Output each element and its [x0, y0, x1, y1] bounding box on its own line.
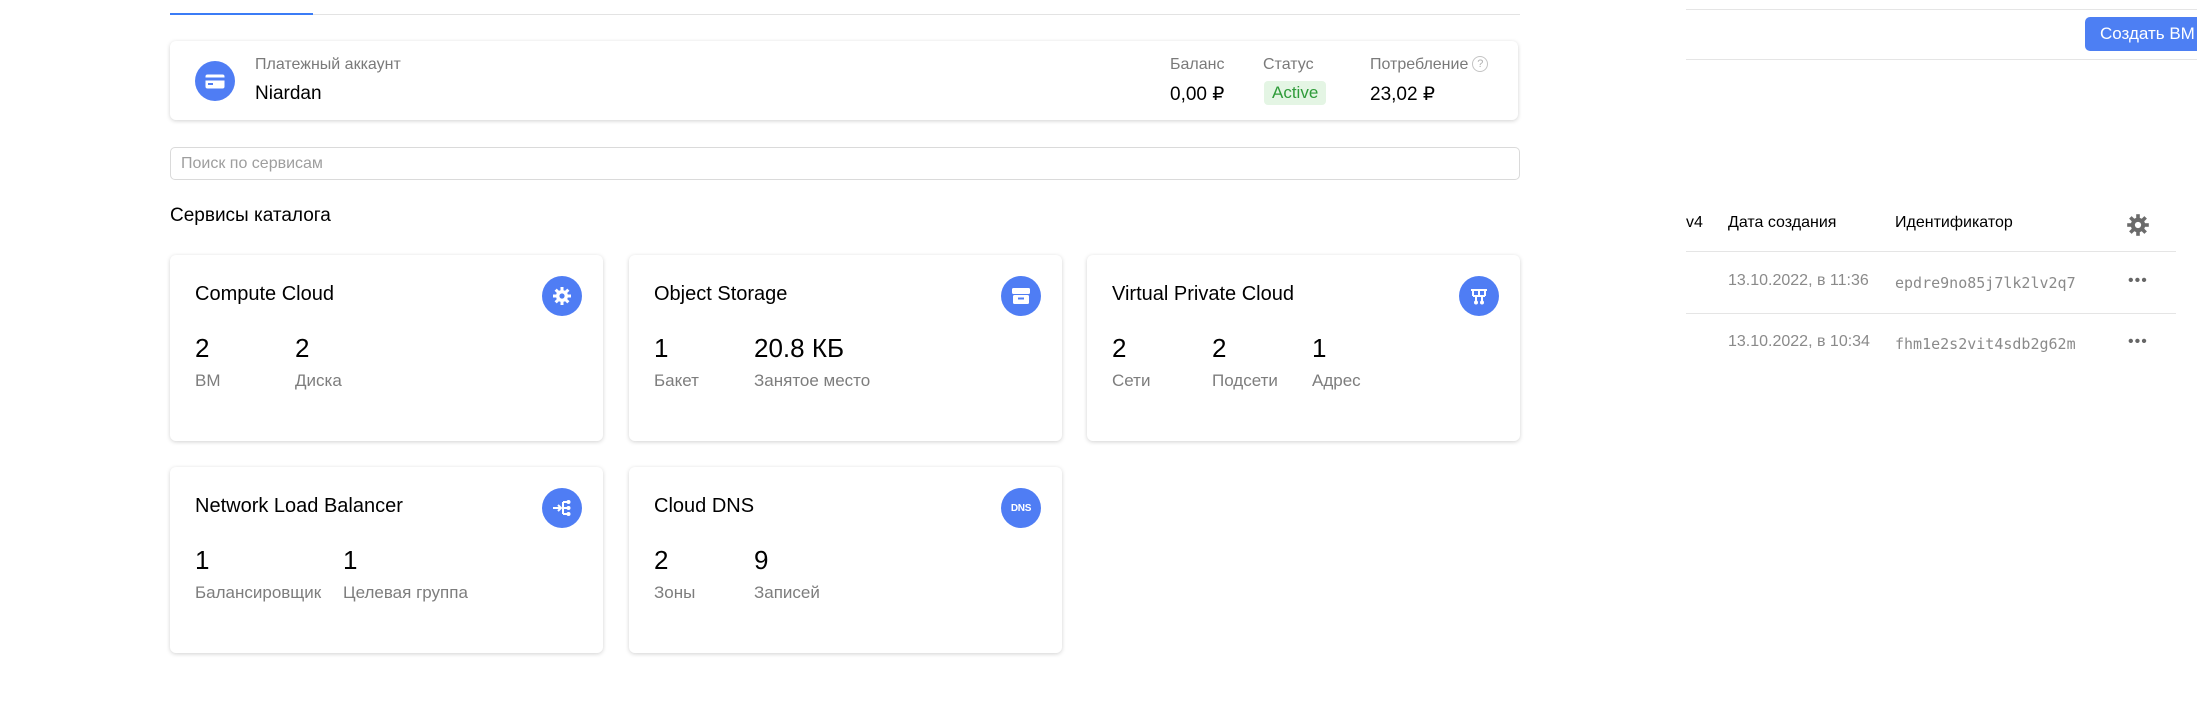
metric-value: 1 [1312, 333, 1327, 363]
network-icon [1459, 276, 1499, 316]
dns-icon: DNS [1001, 488, 1041, 528]
cell-id: fhm1e2s2vit4sdb2g62m [1895, 335, 2076, 353]
consumption-label-wrap: Потребление? [1370, 56, 1489, 74]
table-settings-gear-icon[interactable] [2126, 213, 2150, 242]
metric-networks: 2 Сети [1112, 333, 1150, 391]
credit-card-icon [195, 61, 235, 101]
table-divider [1686, 313, 2176, 314]
consumption-label: Потребление [1370, 56, 1469, 73]
metric-label: ВМ [195, 371, 221, 390]
service-search-input[interactable] [170, 147, 1520, 180]
metric-vm: 2 ВМ [195, 333, 221, 391]
metric-value: 2 [1212, 333, 1227, 363]
card-title: Virtual Private Cloud [1112, 283, 1294, 305]
card-title: Compute Cloud [195, 283, 334, 305]
billing-account-label: Платежный аккаунт [255, 56, 401, 73]
tab-bar-underline [170, 13, 1520, 15]
column-header-ipv4[interactable]: v4 [1686, 214, 1703, 232]
row-menu-icon[interactable]: ••• [2128, 272, 2148, 290]
service-card-vpc[interactable]: Virtual Private Cloud 2 Сети 2 Подсети 1… [1087, 255, 1520, 441]
balance-value: 0,00 ₽ [1170, 84, 1225, 105]
card-title: Object Storage [654, 283, 788, 305]
billing-account-card[interactable]: Платежный аккаунт Niardan Баланс 0,00 ₽ … [170, 41, 1518, 120]
cell-id: epdre9no85j7lk2lv2q7 [1895, 274, 2076, 292]
metric-label: Балансировщик [195, 583, 322, 602]
metric-value: 1 [654, 333, 669, 363]
metric-zones: 2 Зоны [654, 545, 695, 603]
service-card-cloud-dns[interactable]: Cloud DNS DNS 2 Зоны 9 Записей [629, 467, 1062, 653]
consumption-value: 23,02 ₽ [1370, 84, 1435, 105]
metric-value: 2 [654, 545, 669, 575]
metric-value: 20.8 КБ [754, 333, 845, 363]
balancer-icon [542, 488, 582, 528]
metric-subnets: 2 Подсети [1212, 333, 1278, 391]
cell-created: 13.10.2022, в 10:34 [1728, 333, 1870, 350]
table-divider [1686, 251, 2176, 252]
row-menu-icon[interactable]: ••• [2128, 333, 2148, 351]
metric-buckets: 1 Бакет [654, 333, 699, 391]
active-tab-indicator [170, 13, 313, 15]
service-card-network-load-balancer[interactable]: Network Load Balancer 1 Балансировщик 1 … [170, 467, 603, 653]
metric-balancers: 1 Балансировщик [195, 545, 321, 603]
metric-addresses: 1 Адрес [1312, 333, 1361, 391]
metric-value: 9 [754, 545, 769, 575]
gear-icon [542, 276, 582, 316]
balance-label: Баланс [1170, 56, 1225, 73]
metric-label: Диска [295, 371, 342, 390]
status-badge: Active [1264, 81, 1327, 105]
storage-icon [1001, 276, 1041, 316]
metric-label: Бакет [654, 371, 699, 390]
metric-label: Подсети [1212, 371, 1278, 390]
help-icon[interactable]: ? [1472, 56, 1489, 72]
metric-value: 1 [195, 545, 210, 575]
metric-label: Зоны [654, 583, 696, 602]
metric-label: Записей [754, 583, 820, 602]
service-card-compute-cloud[interactable]: Compute Cloud 2 ВМ 2 Диска [170, 255, 603, 441]
metric-value: 2 [1112, 333, 1127, 363]
create-vm-button[interactable]: Создать ВМ [2085, 17, 2197, 51]
panel-divider [1686, 59, 2197, 60]
cell-created: 13.10.2022, в 11:36 [1728, 272, 1869, 289]
metric-used-space: 20.8 КБ Занятое место [754, 333, 870, 391]
metric-disks: 2 Диска [295, 333, 342, 391]
dns-icon-text: DNS [1010, 502, 1032, 514]
card-title: Network Load Balancer [195, 495, 403, 517]
card-title: Cloud DNS [654, 495, 755, 517]
service-card-object-storage[interactable]: Object Storage 1 Бакет 20.8 КБ Занятое м… [629, 255, 1062, 441]
status-label: Статус [1263, 56, 1314, 73]
metric-value: 1 [343, 545, 358, 575]
metric-target-groups: 1 Целевая группа [343, 545, 468, 603]
metric-label: Адрес [1312, 371, 1361, 390]
metric-label: Занятое место [754, 371, 871, 390]
metric-records: 9 Записей [754, 545, 820, 603]
metric-value: 2 [195, 333, 210, 363]
metric-label: Целевая группа [343, 583, 468, 602]
column-header-created[interactable]: Дата создания [1728, 214, 1836, 232]
metric-label: Сети [1112, 371, 1151, 390]
catalog-title: Сервисы каталога [170, 205, 331, 226]
column-header-id[interactable]: Идентификатор [1895, 214, 2013, 232]
metric-value: 2 [295, 333, 310, 363]
billing-account-name[interactable]: Niardan [255, 83, 322, 105]
panel-divider [1686, 9, 2197, 10]
